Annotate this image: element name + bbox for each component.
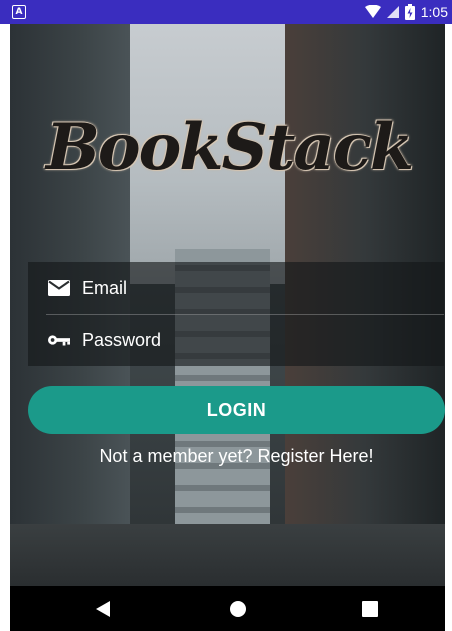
login-button[interactable]: LOGIN xyxy=(28,386,445,434)
battery-icon xyxy=(404,4,415,20)
back-icon xyxy=(96,600,110,617)
home-button[interactable] xyxy=(208,586,268,631)
app-logo: BookStack xyxy=(45,110,414,185)
password-row xyxy=(28,314,444,366)
status-indicators: 1:05 xyxy=(364,0,448,24)
signal-icon xyxy=(386,6,399,18)
status-bar: A 1:05 xyxy=(0,0,452,24)
password-input[interactable] xyxy=(82,325,432,355)
recents-button[interactable] xyxy=(340,586,400,631)
wifi-icon xyxy=(364,5,381,18)
home-icon xyxy=(230,600,246,617)
mail-icon xyxy=(48,279,70,297)
background-street xyxy=(10,524,445,586)
register-link[interactable]: Not a member yet? Register Here! xyxy=(28,446,445,467)
status-time: 1:05 xyxy=(420,4,448,20)
email-input[interactable] xyxy=(82,273,432,303)
login-form xyxy=(28,262,444,366)
navigation-bar xyxy=(10,586,445,631)
recents-icon xyxy=(362,600,378,617)
back-button[interactable] xyxy=(73,586,133,631)
key-icon xyxy=(48,331,70,349)
login-screen: A 1:05 BookStack Email LOGIN Not a membe… xyxy=(0,0,452,631)
email-row xyxy=(28,262,444,314)
notification-icon: A xyxy=(12,5,26,19)
